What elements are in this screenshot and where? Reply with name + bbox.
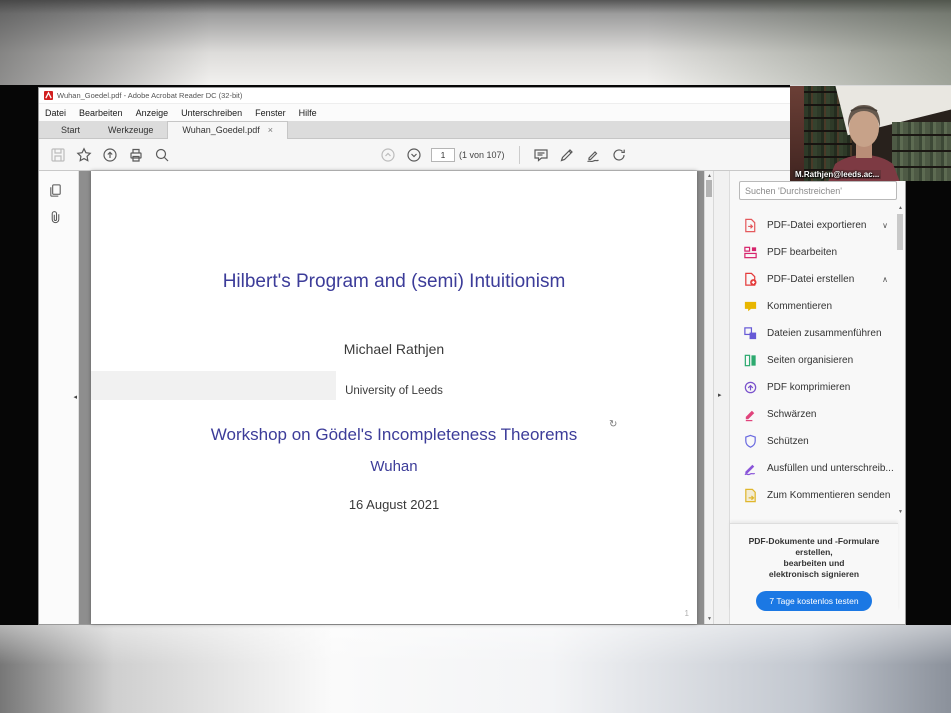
window-title: Wuhan_Goedel.pdf - Adobe Acrobat Reader … — [57, 91, 242, 100]
comment-bubble-icon[interactable] — [528, 147, 554, 163]
sign-icon[interactable] — [580, 147, 606, 163]
tab-document[interactable]: Wuhan_Goedel.pdf × — [167, 121, 288, 139]
trial-promo: PDF-Dokumente und -Formulare erstellen, … — [730, 523, 898, 611]
edit-pdf-icon — [743, 245, 758, 260]
tools-panel: PDF-Datei exportieren ∨ PDF bearbeiten P… — [729, 171, 905, 624]
page-number-input[interactable] — [431, 148, 455, 162]
page-thumbnails-icon[interactable] — [48, 183, 63, 200]
slide-title: Hilbert's Program and (semi) Intuitionis… — [91, 271, 697, 293]
tool-export-pdf[interactable]: PDF-Datei exportieren ∨ — [730, 212, 898, 239]
tab-close-icon[interactable]: × — [268, 125, 273, 135]
chevron-down-icon[interactable]: ∨ — [882, 221, 888, 230]
expand-tools-icon[interactable]: ▸ — [718, 391, 722, 399]
scrollbar-thumb[interactable] — [706, 180, 712, 197]
screen-share-frame: Wuhan_Goedel.pdf - Adobe Acrobat Reader … — [0, 0, 951, 713]
tools-search-input[interactable] — [739, 181, 897, 200]
tool-send-comments[interactable]: Zum Kommentieren senden — [730, 482, 898, 509]
organize-pages-icon — [743, 353, 758, 368]
panel-scroll-down-icon[interactable]: ▼ — [896, 509, 905, 515]
webcam-person — [818, 86, 910, 181]
slide-location: Wuhan — [91, 458, 697, 475]
favorites-star-icon[interactable] — [71, 147, 97, 163]
tool-edit-pdf[interactable]: PDF bearbeiten — [730, 239, 898, 266]
slide-date: 16 August 2021 — [91, 497, 697, 512]
tools-list: PDF-Datei exportieren ∨ PDF bearbeiten P… — [730, 212, 898, 509]
tool-comment[interactable]: Kommentieren — [730, 293, 898, 320]
panel-scrollbar[interactable]: ▲ ▼ — [896, 205, 904, 515]
menu-bar: Datei Bearbeiten Anzeige Unterschreiben … — [39, 104, 905, 121]
promo-line-1: PDF-Dokumente und -Formulare erstellen, — [730, 536, 898, 558]
tool-create-pdf[interactable]: PDF-Datei erstellen ∧ — [730, 266, 898, 293]
content-area: ◂ Hilbert's Program and (semi) Intuition… — [39, 171, 905, 624]
tab-werkzeuge[interactable]: Werkzeuge — [94, 122, 167, 139]
slide-author: Michael Rathjen — [91, 341, 697, 357]
fill-sign-icon — [743, 461, 758, 476]
upload-cloud-icon[interactable] — [97, 147, 123, 163]
panel-gutter: ▸ — [713, 171, 729, 624]
tool-organize-pages[interactable]: Seiten organisieren — [730, 347, 898, 374]
webcam-overlay: M.Rathjen@leeds.ac... — [790, 85, 951, 181]
menu-fenster[interactable]: Fenster — [255, 108, 286, 118]
navigation-pane: ◂ — [39, 171, 79, 624]
slide-event: Workshop on Gödel's Incompleteness Theor… — [91, 425, 697, 445]
comment-icon — [743, 299, 758, 314]
tab-start[interactable]: Start — [47, 122, 94, 139]
tab-document-label: Wuhan_Goedel.pdf — [182, 125, 259, 135]
tool-combine-files[interactable]: Dateien zusammenführen — [730, 320, 898, 347]
webcam-wall — [790, 86, 804, 181]
protect-shield-icon — [743, 434, 758, 449]
panel-scroll-up-icon[interactable]: ▲ — [896, 205, 905, 211]
combine-files-icon — [743, 326, 758, 341]
title-bar: Wuhan_Goedel.pdf - Adobe Acrobat Reader … — [39, 88, 905, 104]
zoom-icon[interactable] — [149, 147, 175, 163]
slide-affiliation: University of Leeds — [91, 385, 697, 397]
send-comments-icon — [743, 488, 758, 503]
chevron-up-icon[interactable]: ∧ — [882, 275, 888, 284]
panel-scrollbar-thumb[interactable] — [897, 214, 903, 250]
page-up-icon[interactable] — [375, 147, 401, 163]
document-scrollbar[interactable]: ▲ ▼ — [704, 171, 713, 624]
pen-icon[interactable] — [554, 147, 580, 163]
promo-line-2: bearbeiten und — [730, 558, 898, 569]
promo-line-3: elektronisch signieren — [730, 569, 898, 580]
compress-pdf-icon — [743, 380, 758, 395]
redact-icon — [743, 407, 758, 422]
acrobat-window: Wuhan_Goedel.pdf - Adobe Acrobat Reader … — [38, 87, 906, 625]
main-toolbar: (1 von 107) — [39, 139, 905, 171]
page-count-label: (1 von 107) — [459, 150, 505, 160]
menu-hilfe[interactable]: Hilfe — [299, 108, 317, 118]
pdf-page[interactable]: Hilbert's Program and (semi) Intuitionis… — [91, 171, 697, 624]
letterbox-bottom — [0, 625, 951, 713]
collapse-pane-icon[interactable]: ◂ — [73, 393, 77, 401]
acrobat-app-icon — [44, 91, 53, 100]
attachments-icon[interactable] — [48, 210, 63, 227]
slide-page-number: 1 — [685, 609, 689, 618]
tool-fill-sign[interactable]: Ausfüllen und unterschreib... — [730, 455, 898, 482]
menu-unterschreiben[interactable]: Unterschreiben — [181, 108, 242, 118]
trial-button[interactable]: 7 Tage kostenlos testen — [756, 591, 871, 611]
tool-protect[interactable]: Schützen — [730, 428, 898, 455]
share-icon[interactable] — [606, 147, 632, 163]
tab-bar: Start Werkzeuge Wuhan_Goedel.pdf × — [39, 121, 905, 139]
document-area: Hilbert's Program and (semi) Intuitionis… — [79, 171, 713, 624]
tool-redact[interactable]: Schwärzen — [730, 401, 898, 428]
mouse-cursor-glyph: ↻ — [609, 419, 617, 430]
menu-bearbeiten[interactable]: Bearbeiten — [79, 108, 123, 118]
print-icon[interactable] — [123, 147, 149, 163]
menu-anzeige[interactable]: Anzeige — [136, 108, 169, 118]
export-pdf-icon — [743, 218, 758, 233]
create-pdf-icon — [743, 272, 758, 287]
webcam-name-label: M.Rathjen@leeds.ac... — [793, 170, 881, 179]
page-down-icon[interactable] — [401, 147, 427, 163]
toolbar-divider — [519, 146, 520, 164]
menu-datei[interactable]: Datei — [45, 108, 66, 118]
letterbox-top — [0, 0, 951, 85]
tool-compress-pdf[interactable]: PDF komprimieren — [730, 374, 898, 401]
save-icon[interactable] — [45, 147, 71, 163]
